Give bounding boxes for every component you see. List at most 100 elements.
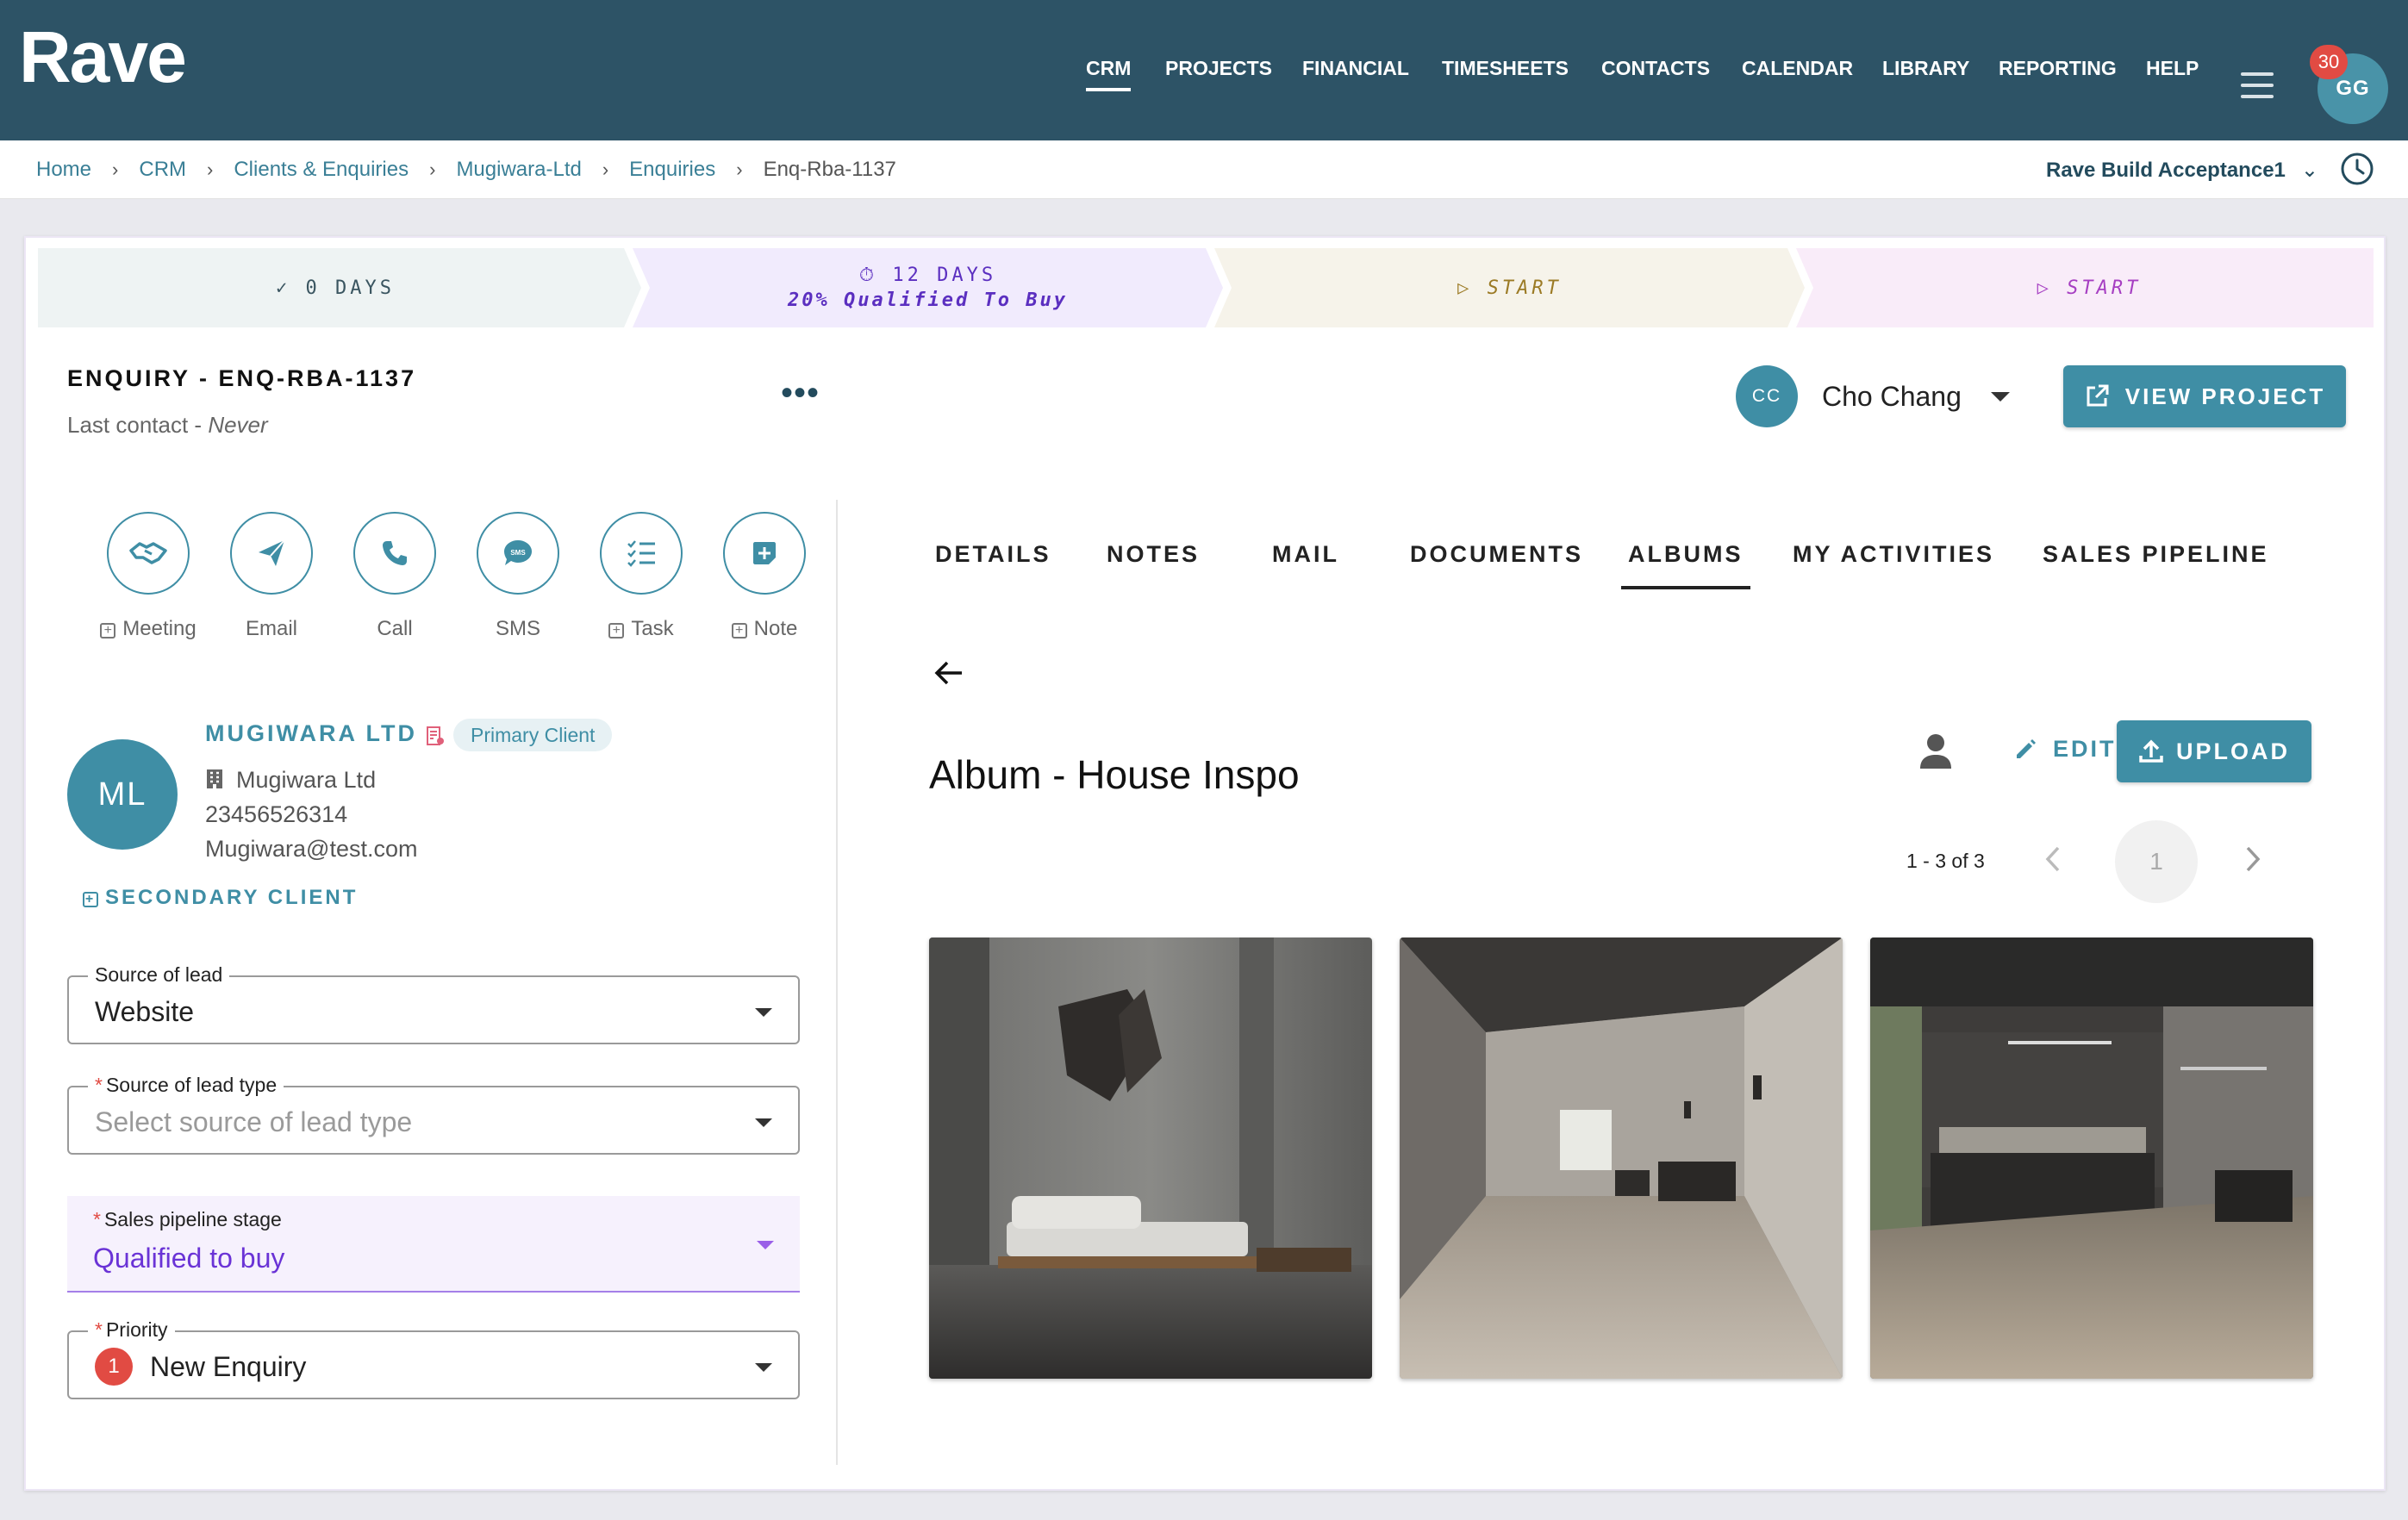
breadcrumb-crm[interactable]: CRM [139,158,186,181]
timer-icon: ⏱ [858,265,878,286]
call-action[interactable]: Call [334,512,455,641]
chevron-right-icon: › [736,159,743,180]
pipeline-stage-4[interactable]: ▷ START [1805,248,2374,327]
nav-timesheets[interactable]: TIMESHEETS [1442,57,1569,80]
client-email[interactable]: Mugiwara@test.com [205,836,417,863]
photo-lobby [1870,938,2313,1379]
client-avatar: ML [67,739,178,850]
album-photo-2[interactable] [1400,938,1843,1379]
check-icon: ✓ [276,277,291,299]
menu-icon[interactable] [2241,72,2274,102]
upload-label: UPLOAD [2176,738,2290,764]
nav-reporting[interactable]: REPORTING [1999,57,2117,80]
sales-stage-select[interactable]: * Sales pipeline stage Qualified to buy [67,1196,800,1293]
phone-icon [383,541,407,565]
play-icon: ▷ [2037,277,2052,299]
nav-crm[interactable]: CRM [1086,57,1132,91]
client-name-link[interactable]: MUGIWARA LTD [205,720,417,747]
breadcrumb-clients[interactable]: Clients & Enquiries [234,158,409,181]
upload-icon [2139,739,2163,763]
breadcrumb-bar: Home › CRM › Clients & Enquiries › Mugiwara-Lt… [0,140,2408,199]
person-icon[interactable] [1918,732,1953,770]
history-clock-icon[interactable] [2340,152,2374,186]
edit-button[interactable]: EDIT [2013,736,2117,763]
sms-action[interactable]: SMS SMS [458,512,578,641]
source-of-lead-type-placeholder: Select source of lead type [95,1106,413,1137]
workspace-selector[interactable]: Rave Build Acceptance1 ⌄ [2046,158,2318,183]
email-label: Email [245,617,297,640]
photo-hallway [1400,938,1843,1379]
notification-badge[interactable]: 30 [2310,45,2348,79]
app-logo[interactable]: Rave [19,16,187,99]
plus-box-icon: + [731,623,747,639]
workspace-label: Rave Build Acceptance1 [2046,159,2286,182]
last-contact-value: Never [208,412,268,438]
pipeline-progress: ✓ 0 DAYS ⏱ 12 DAYS 20% Qualified To Buy … [38,248,2374,327]
upload-button[interactable]: UPLOAD [2117,720,2311,782]
source-of-lead-type-label: Source of lead type [105,1074,278,1096]
tab-details[interactable]: DETAILS [935,541,1051,568]
client-company-name: Mugiwara Ltd [236,767,377,793]
pagination-current-page[interactable]: 1 [2115,820,2198,903]
required-asterisk: * [95,1074,103,1096]
nav-library[interactable]: LIBRARY [1882,57,1969,80]
note-action[interactable]: + Note [704,512,825,641]
meeting-action[interactable]: + Meeting [88,512,209,641]
tab-documents[interactable]: DOCUMENTS [1410,541,1583,568]
priority-value: New Enquiry [150,1351,307,1382]
enquiry-card: ✓ 0 DAYS ⏱ 12 DAYS 20% Qualified To Buy … [24,236,2386,1491]
album-photo-1[interactable] [929,938,1372,1379]
add-secondary-client-button[interactable]: + SECONDARY CLIENT [83,886,358,910]
svg-text:SMS: SMS [510,549,526,557]
stage-1-label: 0 DAYS [305,277,395,299]
building-icon [207,769,222,788]
chevron-left-icon[interactable] [2043,844,2063,874]
priority-label: Priority [105,1318,168,1341]
checklist-icon [627,540,655,567]
tab-my-activities[interactable]: MY ACTIVITIES [1793,541,1994,568]
owner-selector[interactable]: CC Cho Chang [1736,365,2010,427]
sales-stage-value: Qualified to buy [93,1243,285,1274]
last-contact: Last contact - Never [67,412,268,439]
nav-calendar[interactable]: CALENDAR [1742,57,1853,80]
pagination-range: 1 - 3 of 3 [1906,850,1985,872]
task-action[interactable]: + Task [581,512,702,641]
tab-notes[interactable]: NOTES [1107,541,1200,568]
source-of-lead-label: Source of lead [88,963,230,987]
source-of-lead-value: Website [95,996,195,1027]
primary-client-badge: Primary Client [453,719,613,751]
plus-box-icon: + [608,623,625,639]
tab-albums[interactable]: ALBUMS [1621,541,1750,589]
more-options-icon[interactable]: ••• [781,374,820,413]
send-icon [259,539,285,566]
client-contact-icon[interactable] [426,726,445,746]
nav-contacts[interactable]: CONTACTS [1601,57,1710,80]
priority-select[interactable]: * Priority 1 New Enquiry [67,1318,800,1399]
chevron-down-icon: ⌄ [2300,159,2318,182]
call-label: Call [377,617,413,640]
pipeline-stage-1[interactable]: ✓ 0 DAYS [38,248,633,327]
email-action[interactable]: Email [211,512,332,641]
view-project-button[interactable]: VIEW PROJECT [2063,365,2346,427]
source-of-lead-select[interactable]: Source of lead Website [67,963,800,1044]
pipeline-stage-2[interactable]: ⏱ 12 DAYS 20% Qualified To Buy [641,248,1214,327]
nav-help[interactable]: HELP [2146,57,2199,80]
top-navbar: Rave CRM PROJECTS FINANCIAL TIMESHEETS C… [0,0,2408,140]
breadcrumb-client[interactable]: Mugiwara-Ltd [456,158,581,181]
priority-badge: 1 [95,1348,133,1386]
stage-3-label: START [1487,277,1562,299]
chevron-right-icon[interactable] [2243,844,2263,874]
nav-projects[interactable]: PROJECTS [1165,57,1272,80]
breadcrumb-home[interactable]: Home [36,158,91,181]
nav-financial[interactable]: FINANCIAL [1302,57,1409,80]
album-photo-3[interactable] [1870,938,2313,1379]
edit-label: EDIT [2053,736,2117,762]
column-divider [836,500,838,1465]
source-of-lead-type-select[interactable]: * Source of lead type Select source of le… [67,1074,800,1155]
tab-mail[interactable]: MAIL [1272,541,1339,568]
pipeline-stage-3[interactable]: ▷ START [1223,248,1796,327]
chevron-right-icon: › [207,159,214,180]
tab-sales-pipeline[interactable]: SALES PIPELINE [2043,541,2269,568]
arrow-back-icon[interactable] [934,660,964,686]
breadcrumb-enquiries[interactable]: Enquiries [629,158,715,181]
